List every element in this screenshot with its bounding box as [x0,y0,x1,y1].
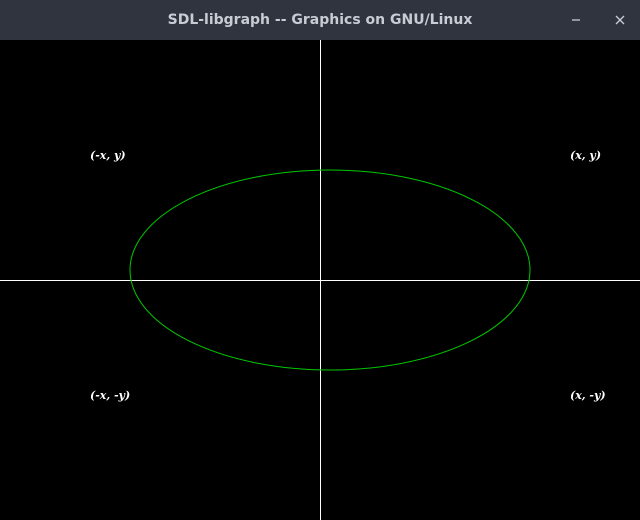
close-button[interactable] [608,8,632,32]
ellipse-shape [129,169,531,371]
label-quadrant-3: (-x, -y) [90,389,130,402]
graphics-canvas: (-x, y) (x, y) (-x, -y) (x, -y) [0,40,640,520]
title-bar[interactable]: SDL-libgraph -- Graphics on GNU/Linux [0,0,640,40]
close-icon [615,15,625,25]
minimize-button[interactable] [564,8,588,32]
window-title: SDL-libgraph -- Graphics on GNU/Linux [167,12,473,28]
label-quadrant-2: (-x, y) [90,149,126,162]
graphics-surface: (-x, y) (x, y) (-x, -y) (x, -y) [0,40,640,520]
label-quadrant-1: (x, y) [570,149,601,162]
minimize-icon [572,19,580,21]
label-quadrant-4: (x, -y) [570,389,606,402]
app-window: SDL-libgraph -- Graphics on GNU/Linux (-… [0,0,640,520]
